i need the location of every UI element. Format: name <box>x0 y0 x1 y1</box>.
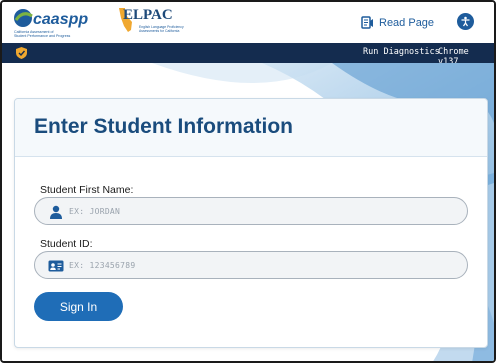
page-title: Enter Student Information <box>34 115 293 138</box>
student-id-field <box>34 251 468 279</box>
student-id-label: Student ID: <box>40 238 93 250</box>
first-name-input[interactable] <box>69 202 459 220</box>
svg-text:Student Performance and Progre: Student Performance and Progress <box>14 34 71 38</box>
caaspp-logo: caaspp California Assessment of Student … <box>14 9 88 38</box>
elpac-logo: ELPAC English Language Proficiency Asses… <box>119 7 184 33</box>
sign-in-button[interactable]: Sign In <box>34 292 123 321</box>
read-page-label: Read Page <box>379 17 435 29</box>
person-icon <box>50 205 62 219</box>
card-header: Enter Student Information <box>15 99 487 157</box>
app-window: caaspp California Assessment of Student … <box>0 0 496 363</box>
run-diagnostics-link[interactable]: Run Diagnostics <box>363 47 440 57</box>
student-id-input[interactable] <box>69 256 459 274</box>
accessibility-icon <box>461 16 470 27</box>
svg-text:ELPAC: ELPAC <box>123 7 173 23</box>
first-name-field <box>34 197 468 225</box>
header: caaspp California Assessment of Student … <box>2 2 494 43</box>
first-name-label: Student First Name: <box>40 184 134 196</box>
read-page-button[interactable]: Read Page <box>361 14 434 32</box>
svg-text:caaspp: caaspp <box>33 11 88 28</box>
read-page-icon <box>361 16 373 29</box>
student-info-card: Enter Student Information Student First … <box>14 98 488 348</box>
status-bar: Run Diagnostics Chrome v137 <box>2 43 494 67</box>
shield-icon <box>16 47 27 59</box>
id-card-icon <box>48 260 64 272</box>
svg-text:Assessments for California: Assessments for California <box>139 29 179 33</box>
accessibility-button[interactable] <box>457 13 474 30</box>
